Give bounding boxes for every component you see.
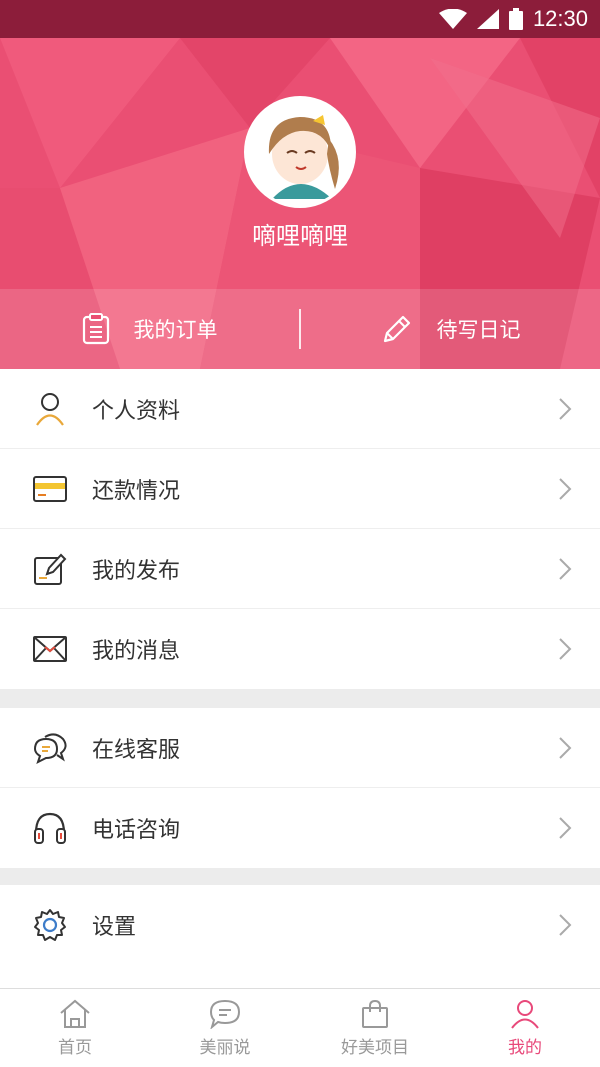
avatar[interactable] bbox=[244, 96, 356, 208]
menu-group-account: 个人资料 还款情况 我的发布 我的消息 bbox=[0, 369, 600, 689]
menu-group-settings: 设置 bbox=[0, 885, 600, 988]
my-orders-button[interactable]: 我的订单 bbox=[0, 289, 299, 369]
nav-label: 美丽说 bbox=[199, 1038, 251, 1058]
chevron-right-icon bbox=[559, 557, 572, 580]
wifi-icon bbox=[438, 9, 467, 29]
menu-item-phone-consult[interactable]: 电话咨询 bbox=[0, 788, 600, 868]
chevron-right-icon bbox=[559, 817, 572, 839]
avatar-image bbox=[247, 99, 353, 205]
menu-item-profile[interactable]: 个人资料 bbox=[0, 369, 600, 449]
user-icon bbox=[511, 1000, 539, 1029]
nav-label: 我的 bbox=[508, 1038, 542, 1058]
person-icon bbox=[32, 391, 68, 427]
menu-label: 我的发布 bbox=[92, 558, 181, 584]
menu-label: 个人资料 bbox=[92, 398, 181, 424]
diary-button[interactable]: 待写日记 bbox=[301, 289, 600, 369]
menu-item-messages[interactable]: 我的消息 bbox=[0, 609, 600, 689]
menu-item-repayment[interactable]: 还款情况 bbox=[0, 449, 600, 529]
menu-item-my-posts[interactable]: 我的发布 bbox=[0, 529, 600, 609]
menu-item-online-service[interactable]: 在线客服 bbox=[0, 708, 600, 788]
order-icon bbox=[82, 313, 109, 345]
signal-icon bbox=[476, 9, 499, 29]
chevron-right-icon bbox=[559, 397, 572, 420]
chat-icon bbox=[32, 730, 68, 766]
card-icon bbox=[32, 471, 68, 507]
chevron-right-icon bbox=[559, 638, 572, 660]
profile-header: 嘀哩嘀哩 我的订单 待写日记 bbox=[0, 38, 600, 369]
menu-label: 我的消息 bbox=[92, 639, 181, 664]
username: 嘀哩嘀哩 bbox=[252, 222, 348, 250]
pencil-icon bbox=[383, 315, 410, 343]
edit-note-icon bbox=[32, 551, 68, 587]
menu-label: 设置 bbox=[92, 915, 137, 940]
quick-actions-bar: 我的订单 待写日记 bbox=[0, 289, 600, 369]
menu-label: 还款情况 bbox=[92, 478, 181, 504]
nav-mine[interactable]: 我的 bbox=[450, 989, 600, 1067]
chevron-right-icon bbox=[559, 736, 572, 759]
menu-label: 在线客服 bbox=[92, 737, 181, 763]
menu-item-settings[interactable]: 设置 bbox=[0, 885, 600, 965]
my-orders-label: 我的订单 bbox=[133, 318, 218, 342]
menu-group-service: 在线客服 电话咨询 bbox=[0, 708, 600, 868]
mail-icon bbox=[32, 631, 68, 667]
chevron-right-icon bbox=[559, 914, 572, 936]
battery-icon bbox=[508, 8, 523, 30]
nav-label: 好美项目 bbox=[341, 1038, 409, 1058]
nav-projects[interactable]: 好美项目 bbox=[300, 989, 450, 1067]
message-icon bbox=[209, 999, 241, 1029]
nav-label: 首页 bbox=[58, 1038, 92, 1058]
diary-label: 待写日记 bbox=[436, 318, 521, 342]
home-icon bbox=[60, 999, 90, 1028]
chevron-right-icon bbox=[559, 477, 572, 500]
status-bar: 12:30 bbox=[0, 0, 600, 38]
bag-icon bbox=[362, 999, 388, 1028]
nav-home[interactable]: 首页 bbox=[0, 989, 150, 1067]
clock-time: 12:30 bbox=[532, 6, 588, 31]
gear-icon bbox=[32, 907, 68, 943]
menu-label: 电话咨询 bbox=[92, 818, 181, 843]
nav-beauty-talk[interactable]: 美丽说 bbox=[150, 989, 300, 1067]
bottom-navigation: 首页 美丽说 好美项目 我的 bbox=[0, 988, 600, 1067]
headphones-icon bbox=[32, 810, 68, 846]
